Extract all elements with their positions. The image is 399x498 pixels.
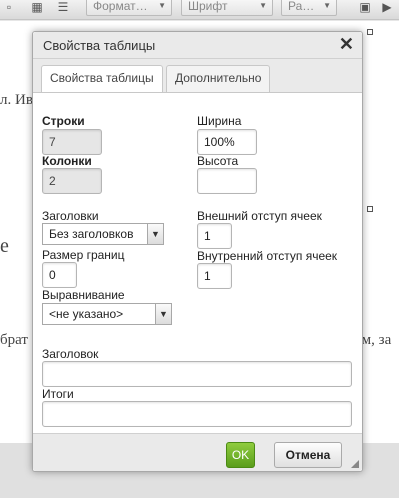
align-icon[interactable]: ☰ [54,0,72,16]
font-dropdown-label: Шрифт [188,0,228,13]
border-size-field[interactable]: 0 [42,262,77,288]
dialog-footer: OK Отмена [33,433,362,471]
summary-field[interactable] [42,401,352,427]
inner-padding-label: Внутренний отступ ячеек [197,249,338,263]
columns-label: Колонки [42,154,92,168]
resize-handle[interactable] [367,206,373,212]
headers-label: Заголовки [42,209,99,223]
alignment-label: Выравнивание [42,288,125,302]
dialog-title: Свойства таблицы [43,38,156,53]
tab-table-properties[interactable]: Свойства таблицы [41,65,163,93]
resize-grip-icon[interactable] [351,460,359,468]
chevron-down-icon: ▼ [259,1,267,10]
headers-select[interactable]: Без заголовков ▼ [42,223,164,245]
table-properties-dialog: Свойства таблицы ✕ Свойства таблицы Допо… [32,31,363,472]
size-dropdown-label: Ра… [288,0,315,13]
chevron-down-icon: ▼ [323,1,331,10]
size-dropdown[interactable]: Ра… ▼ [281,0,337,16]
border-size-label: Размер границ [42,248,125,262]
cancel-button[interactable]: Отмена [274,442,342,468]
grid-icon[interactable]: ▦ [28,0,46,16]
media-icon[interactable]: ▣ [356,0,374,16]
resize-handle[interactable] [367,29,373,35]
ok-button[interactable]: OK [226,442,255,468]
headers-select-value: Без заголовков [49,227,134,241]
rows-field: 7 [42,129,102,155]
alignment-select-value: <не указано> [49,307,124,321]
format-dropdown[interactable]: Формат… ▼ [86,0,172,16]
width-label: Ширина [197,114,242,128]
bg-text-line: е [0,235,9,257]
outer-padding-field[interactable]: 1 [197,223,232,249]
dialog-tabs: Свойства таблицы Дополнительно [33,59,362,93]
inner-padding-field[interactable]: 1 [197,263,232,289]
chevron-down-icon: ▼ [158,1,166,10]
caption-label: Заголовок [42,347,99,361]
chevron-down-icon: ▼ [147,224,163,244]
height-label: Высота [197,154,239,168]
dialog-titlebar[interactable]: Свойства таблицы ✕ [33,32,362,59]
format-dropdown-label: Формат… [93,0,148,13]
table-icon[interactable]: ▫ [0,0,18,16]
dialog-body: Строки 7 Колонки 2 Заголовки Без заголов… [33,92,362,435]
bg-text-line: л. Ив [0,92,33,108]
outer-padding-label: Внешний отступ ячеек [197,209,322,223]
play-icon[interactable]: ▶ [378,0,396,16]
alignment-select[interactable]: <не указано> ▼ [42,303,172,325]
chevron-down-icon: ▼ [155,304,171,324]
rows-label: Строки [42,114,85,128]
tab-advanced[interactable]: Дополнительно [166,65,271,92]
close-icon[interactable]: ✕ [339,34,354,55]
editor-toolbar: ▫ ▦ ☰ Формат… ▼ Шрифт ▼ Ра… ▼ ▣ ▶ [0,0,399,20]
height-field[interactable] [197,168,257,194]
columns-field: 2 [42,168,102,194]
summary-label: Итоги [42,387,74,401]
font-dropdown[interactable]: Шрифт ▼ [181,0,273,16]
bg-text-line: брат [0,332,28,348]
width-field[interactable]: 100% [197,129,257,155]
caption-field[interactable] [42,361,352,387]
